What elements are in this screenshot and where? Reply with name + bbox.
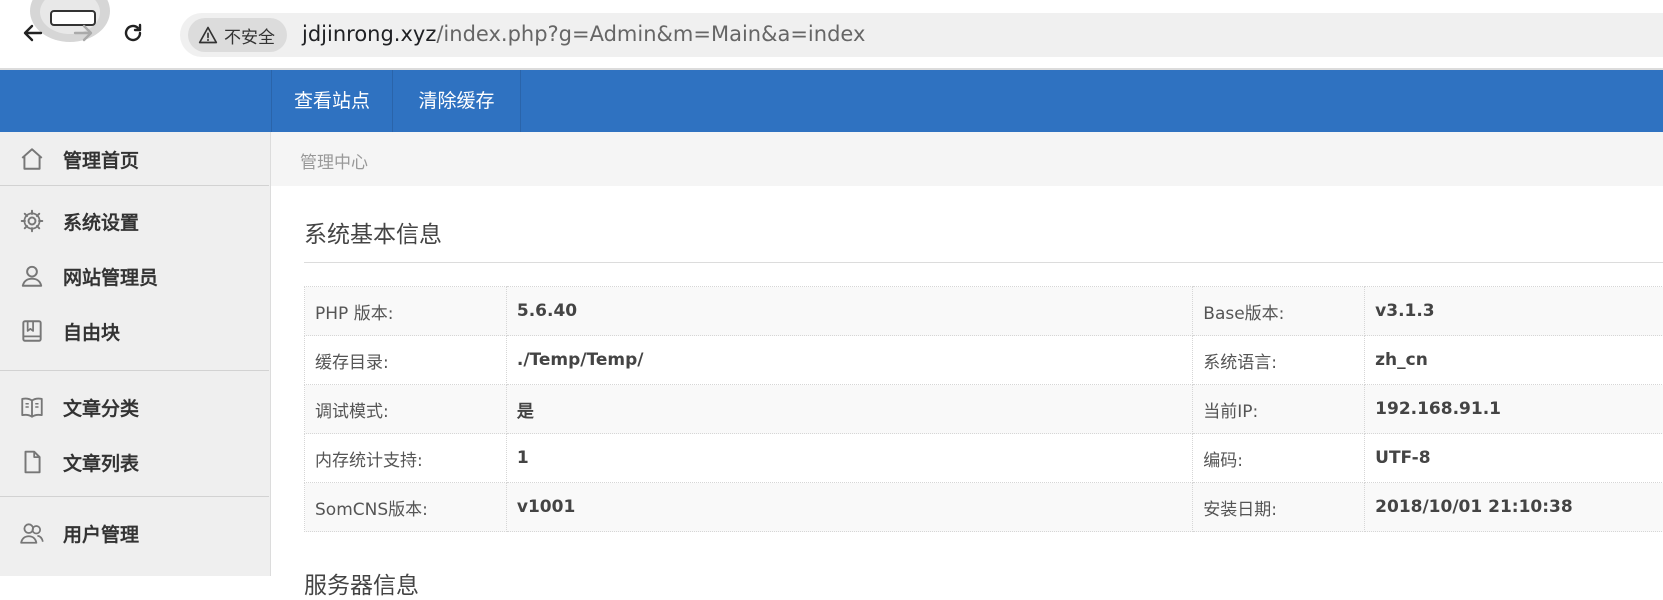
back-button[interactable]	[14, 14, 52, 52]
browser-toolbar: 不安全 jdjinrong.xyz/index.php?g=Admin&m=Ma…	[0, 0, 1663, 70]
sidebar-divider	[0, 185, 269, 186]
url-host: jdjinrong.xyz	[302, 22, 436, 46]
reload-icon	[121, 21, 145, 45]
url-text[interactable]: jdjinrong.xyz/index.php?g=Admin&m=Main&a…	[302, 22, 865, 46]
info-value: 192.168.91.1	[1365, 385, 1663, 434]
open-book-icon	[18, 393, 46, 421]
info-key: 系统语言:	[1193, 336, 1365, 385]
sidebar: 管理首页 系统设置 网站管理员 自由块 文章分类 文章列表 用户管理	[0, 132, 271, 576]
sidebar-item-admins[interactable]: 网站管理员	[0, 249, 269, 303]
info-value: 1	[506, 434, 1192, 483]
forward-button[interactable]	[64, 14, 102, 52]
url-path: /index.php?g=Admin&m=Main&a=index	[436, 22, 865, 46]
sidebar-divider	[0, 370, 269, 371]
breadcrumb: 管理中心	[300, 148, 368, 173]
security-label: 不安全	[224, 23, 275, 48]
info-key: 安装日期:	[1193, 483, 1365, 532]
arrow-right-icon	[71, 21, 95, 45]
sidebar-item-blocks[interactable]: 自由块	[0, 304, 269, 358]
sidebar-item-users[interactable]: 用户管理	[0, 506, 269, 560]
system-info-table: PHP 版本: 5.6.40 Base版本: v3.1.3 缓存目录: ./Te…	[304, 286, 1663, 532]
info-value: ./Temp/Temp/	[506, 336, 1192, 385]
info-key: PHP 版本:	[305, 287, 507, 336]
info-value: v3.1.3	[1365, 287, 1663, 336]
sidebar-item-label: 用户管理	[63, 520, 139, 547]
sidebar-item-label: 管理首页	[63, 146, 139, 173]
sidebar-item-settings[interactable]: 系统设置	[0, 194, 269, 248]
info-key: 当前IP:	[1193, 385, 1365, 434]
gear-icon	[18, 207, 46, 235]
view-site-link[interactable]: 查看站点	[271, 70, 392, 132]
table-row: SomCNS版本: v1001 安装日期: 2018/10/01 21:10:3…	[305, 483, 1663, 532]
clear-cache-link[interactable]: 清除缓存	[392, 70, 521, 132]
arrow-left-icon	[21, 21, 45, 45]
info-key: 缓存目录:	[305, 336, 507, 385]
server-info-title: 服务器信息	[304, 566, 419, 600]
info-value: 2018/10/01 21:10:38	[1365, 483, 1663, 532]
info-value: 是	[506, 385, 1192, 434]
user-icon	[18, 262, 46, 290]
section-divider	[304, 262, 1663, 263]
info-key: 编码:	[1193, 434, 1365, 483]
sidebar-divider	[0, 496, 269, 497]
sidebar-item-label: 文章分类	[63, 394, 139, 421]
table-row: 调试模式: 是 当前IP: 192.168.91.1	[305, 385, 1663, 434]
table-row: PHP 版本: 5.6.40 Base版本: v3.1.3	[305, 287, 1663, 336]
book-icon	[18, 317, 46, 345]
security-indicator[interactable]: 不安全	[188, 18, 287, 52]
home-icon	[18, 145, 46, 173]
table-row: 内存统计支持: 1 编码: UTF-8	[305, 434, 1663, 483]
breadcrumb-bar: 管理中心	[271, 132, 1663, 186]
info-value: 5.6.40	[506, 287, 1192, 336]
info-key: 调试模式:	[305, 385, 507, 434]
sidebar-item-categories[interactable]: 文章分类	[0, 380, 269, 434]
table-row: 缓存目录: ./Temp/Temp/ 系统语言: zh_cn	[305, 336, 1663, 385]
sidebar-item-label: 网站管理员	[63, 263, 158, 290]
reload-button[interactable]	[114, 14, 152, 52]
info-key: SomCNS版本:	[305, 483, 507, 532]
warning-icon	[198, 25, 218, 45]
users-icon	[18, 519, 46, 547]
info-key: 内存统计支持:	[305, 434, 507, 483]
sidebar-item-articles[interactable]: 文章列表	[0, 435, 269, 489]
sidebar-item-label: 文章列表	[63, 449, 139, 476]
address-bar[interactable]: 不安全 jdjinrong.xyz/index.php?g=Admin&m=Ma…	[180, 13, 1663, 57]
section-title: 系统基本信息	[304, 215, 442, 249]
info-key: Base版本:	[1193, 287, 1365, 336]
file-icon	[18, 448, 46, 476]
sidebar-item-label: 系统设置	[63, 208, 139, 235]
admin-topbar: 查看站点 清除缓存	[0, 70, 1663, 132]
info-value: v1001	[506, 483, 1192, 532]
sidebar-item-home[interactable]: 管理首页	[0, 132, 269, 186]
info-value: zh_cn	[1365, 336, 1663, 385]
sidebar-item-label: 自由块	[63, 318, 120, 345]
info-value: UTF-8	[1365, 434, 1663, 483]
